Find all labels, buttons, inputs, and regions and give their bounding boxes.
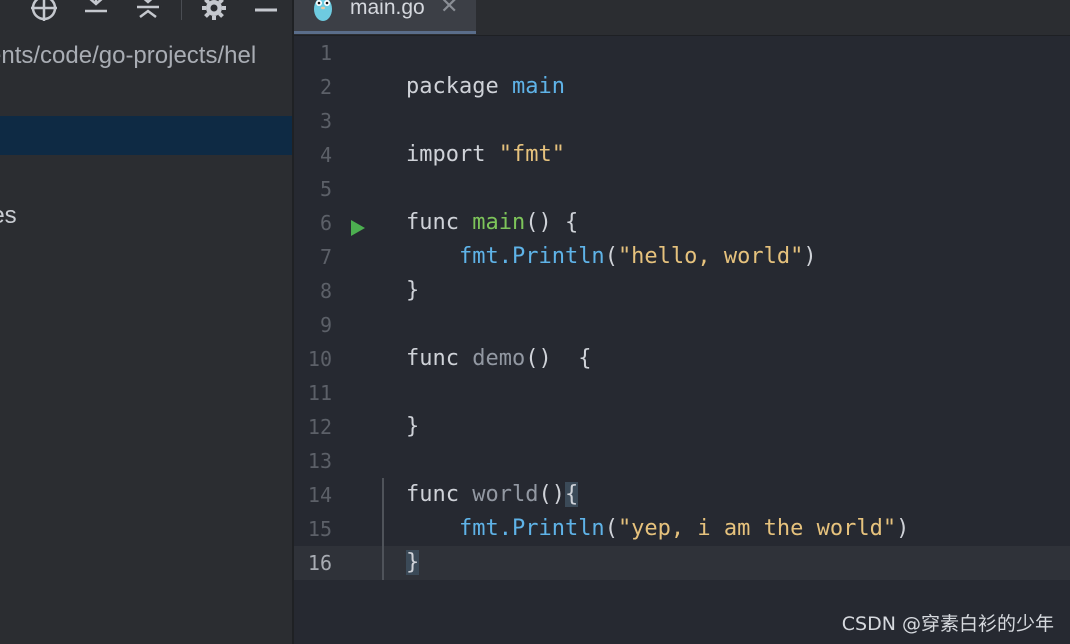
code-line[interactable]: 1 [294, 36, 1070, 70]
matched-brace: } [406, 550, 420, 575]
matched-brace: { [564, 482, 579, 507]
code-line[interactable]: 2 package main [294, 70, 1070, 104]
line-number: 14 [307, 483, 332, 507]
punctuation: ) [803, 244, 817, 269]
tab-main-go[interactable]: main.go ✕ [294, 0, 476, 34]
project-panel: ents/code/go-projects/hel les [0, 0, 292, 644]
punctuation: } [406, 278, 420, 303]
code-editor[interactable]: main.go ✕ 1 2 package main 3 4 import "f… [294, 0, 1070, 644]
line-number: 7 [319, 245, 332, 269]
tab-filename: main.go [350, 0, 425, 19]
function-name: main [472, 210, 526, 235]
punctuation: () { [525, 210, 579, 235]
punctuation: ( [604, 516, 618, 541]
code-line[interactable]: 12 } [294, 410, 1070, 444]
close-icon[interactable]: ✕ [440, 0, 458, 19]
gopher-icon [312, 0, 334, 27]
code-line[interactable]: 16 } [294, 546, 1070, 580]
code-line[interactable]: 13 [294, 444, 1070, 478]
collapse-all-icon[interactable] [132, 0, 164, 24]
keyword: func [406, 210, 473, 235]
code-line[interactable]: 9 [294, 308, 1070, 342]
keyword: import [406, 142, 499, 167]
editor-tabbar: main.go ✕ [294, 0, 1070, 36]
code-line[interactable]: 3 [294, 104, 1070, 138]
string-literal: "yep, i am the world" [617, 516, 897, 541]
line-number: 8 [319, 279, 332, 303]
line-number: 16 [307, 551, 332, 575]
string-literal: "hello, world" [617, 244, 804, 269]
line-number: 2 [319, 75, 332, 99]
punctuation: ( [604, 244, 618, 269]
function-call: fmt.Println [458, 516, 605, 541]
line-number: 5 [319, 177, 332, 201]
line-number: 1 [319, 41, 332, 65]
line-number: 15 [307, 517, 332, 541]
gear-icon[interactable] [198, 0, 230, 24]
function-name: world [472, 482, 539, 507]
locate-icon[interactable] [28, 0, 60, 24]
keyword: package [406, 74, 512, 99]
function-name: demo [472, 346, 526, 371]
keyword: func [406, 346, 473, 371]
expand-all-icon[interactable] [80, 0, 112, 24]
punctuation: () { [525, 346, 592, 371]
code-line[interactable]: 4 import "fmt" [294, 138, 1070, 172]
punctuation: ) [896, 516, 910, 541]
string-literal: "fmt" [498, 142, 565, 167]
code-line[interactable]: 14 func world(){ [294, 478, 1070, 512]
line-number: 4 [319, 143, 332, 167]
punctuation: } [406, 414, 420, 439]
line-number: 10 [307, 347, 332, 371]
line-number: 6 [319, 211, 332, 235]
toolbar-divider [181, 0, 182, 20]
code-line[interactable]: 5 [294, 172, 1070, 206]
code-line[interactable]: 10 func demo() { [294, 342, 1070, 376]
code-line[interactable]: 11 [294, 376, 1070, 410]
line-number: 11 [307, 381, 332, 405]
line-number: 3 [319, 109, 332, 133]
tree-item-label[interactable]: les [0, 202, 17, 230]
line-number: 9 [319, 313, 332, 337]
code-line[interactable]: 7 fmt.Println("hello, world") [294, 240, 1070, 274]
package-name: main [511, 74, 565, 99]
punctuation: () [538, 482, 565, 507]
line-number: 13 [307, 449, 332, 473]
line-number: 12 [307, 415, 332, 439]
function-call: fmt.Println [458, 244, 605, 269]
code-line[interactable]: 8 } [294, 274, 1070, 308]
code-area[interactable]: 1 2 package main 3 4 import "fmt" 5 6 fu… [294, 36, 1070, 644]
code-line[interactable]: 15 fmt.Println("yep, i am the world") [294, 512, 1070, 546]
keyword: func [406, 482, 473, 507]
project-path[interactable]: ents/code/go-projects/hel [0, 42, 292, 70]
code-line[interactable]: 6 func main() { [294, 206, 1070, 240]
watermark: CSDN @穿素白衫的少年 [841, 613, 1054, 635]
tree-item-selected[interactable] [0, 116, 292, 155]
project-toolbar [0, 0, 292, 36]
minimize-icon[interactable] [250, 0, 282, 24]
